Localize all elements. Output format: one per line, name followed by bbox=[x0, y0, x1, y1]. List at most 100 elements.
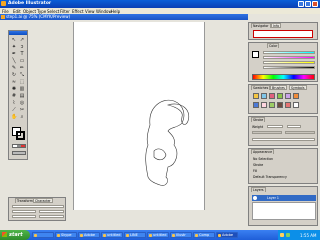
tab-symbols[interactable]: Symbols bbox=[289, 85, 307, 90]
swatch-item[interactable] bbox=[293, 102, 299, 108]
scissors-tool-icon[interactable]: ✂ bbox=[19, 107, 25, 113]
swatch-item[interactable] bbox=[293, 93, 299, 99]
direct-selection-tool-icon[interactable]: ↗ bbox=[19, 37, 25, 43]
swatch-item[interactable] bbox=[253, 102, 259, 108]
tracking-field[interactable] bbox=[12, 215, 36, 218]
magic-wand-tool-icon[interactable]: ✦ bbox=[11, 44, 17, 50]
selection-tool-icon[interactable]: ↖ bbox=[11, 37, 17, 43]
tray-icon[interactable] bbox=[280, 233, 284, 237]
tab-appearance[interactable]: Appearance bbox=[251, 149, 275, 154]
appearance-item[interactable]: No Selection bbox=[253, 157, 273, 161]
scale-tool-icon[interactable]: ⤡ bbox=[19, 72, 25, 78]
swatch-item[interactable] bbox=[261, 102, 267, 108]
taskbar: start Skype Adobe untitled LINE untitled… bbox=[0, 230, 320, 240]
pencil-tool-icon[interactable]: ✏ bbox=[19, 65, 25, 71]
color-mode-buttons[interactable] bbox=[12, 144, 26, 148]
appearance-item[interactable]: Fill bbox=[253, 169, 257, 173]
minimize-icon[interactable] bbox=[298, 1, 304, 7]
appearance-item[interactable]: Stroke bbox=[253, 163, 263, 167]
paintbrush-tool-icon[interactable]: ✎ bbox=[11, 65, 17, 71]
line-tool-icon[interactable]: ╲ bbox=[11, 58, 17, 64]
swatch-item[interactable] bbox=[261, 93, 267, 99]
artwork-figure[interactable] bbox=[140, 95, 200, 195]
layers-panel: Layers Layer 1 bbox=[248, 186, 318, 226]
kerning-field[interactable] bbox=[39, 215, 64, 218]
taskbar-button[interactable] bbox=[32, 232, 54, 238]
eye-icon[interactable] bbox=[253, 196, 257, 200]
blend-tool-icon[interactable]: ◎ bbox=[19, 100, 25, 106]
tray-icon[interactable] bbox=[286, 233, 290, 237]
free-transform-tool-icon[interactable]: ⬚ bbox=[19, 79, 25, 85]
dashed-line-fields[interactable] bbox=[252, 138, 315, 141]
color-slider-3[interactable] bbox=[263, 61, 315, 64]
leading-field[interactable] bbox=[39, 210, 64, 213]
taskbar-button[interactable]: untitled bbox=[101, 232, 123, 238]
pen-tool-icon[interactable]: ✒ bbox=[11, 51, 17, 57]
layer-row[interactable] bbox=[252, 195, 316, 201]
maximize-icon[interactable] bbox=[305, 1, 311, 7]
toolbox-header bbox=[9, 31, 27, 35]
lasso-tool-icon[interactable]: ↄ bbox=[19, 44, 25, 50]
hand-tool-icon[interactable]: ✋ bbox=[11, 114, 17, 120]
screen-mode-buttons[interactable] bbox=[12, 151, 26, 155]
taskbar-button[interactable]: Adobe bbox=[216, 232, 238, 238]
taskbar-button[interactable]: Comp bbox=[193, 232, 215, 238]
color-slider-2[interactable] bbox=[263, 56, 315, 59]
graph-tool-icon[interactable]: ▥ bbox=[19, 86, 25, 92]
tab-brushes[interactable]: Brushes bbox=[270, 85, 287, 90]
appearance-item[interactable]: Default Transparency bbox=[253, 175, 287, 179]
navigator-panel: Navigator Info bbox=[248, 22, 318, 40]
document-title: step1.ai @ 75% (CMYK/Preview) bbox=[6, 14, 71, 19]
layers-panel-list bbox=[252, 202, 316, 220]
color-spectrum-bar[interactable] bbox=[252, 74, 315, 80]
taskbar-button[interactable]: Skype bbox=[55, 232, 77, 238]
color-slider-1[interactable] bbox=[263, 51, 315, 54]
type-tool-icon[interactable]: T bbox=[19, 51, 25, 57]
stroke-swatch[interactable] bbox=[16, 131, 25, 140]
swatch-item[interactable] bbox=[253, 93, 259, 99]
tab-character[interactable]: Character bbox=[33, 198, 53, 203]
start-button[interactable]: start bbox=[0, 230, 30, 240]
swatch-item[interactable] bbox=[277, 102, 283, 108]
tab-stroke[interactable]: Stroke bbox=[251, 117, 266, 122]
clock[interactable]: 1:55 AM bbox=[300, 233, 316, 238]
windows-logo-icon bbox=[2, 232, 7, 237]
symbol-sprayer-tool-icon[interactable]: ✺ bbox=[11, 86, 17, 92]
gradient-tool-icon[interactable]: ▤ bbox=[19, 93, 25, 99]
swatch-item[interactable] bbox=[269, 102, 275, 108]
mesh-tool-icon[interactable]: # bbox=[11, 93, 17, 99]
color-fill-icon[interactable] bbox=[252, 51, 259, 58]
swatch-item[interactable] bbox=[285, 93, 291, 99]
close-icon[interactable] bbox=[312, 1, 318, 7]
swatch-item[interactable] bbox=[285, 102, 291, 108]
eyedropper-tool-icon[interactable]: ⌇ bbox=[11, 100, 17, 106]
stroke-join-options[interactable] bbox=[285, 131, 315, 134]
tab-layers[interactable]: Layers bbox=[251, 187, 266, 192]
slice-tool-icon[interactable]: ⟋ bbox=[11, 107, 17, 113]
taskbar-button[interactable]: LINE bbox=[124, 232, 146, 238]
layer-name[interactable]: Layer 1 bbox=[267, 196, 279, 200]
color-slider-4[interactable] bbox=[263, 66, 315, 69]
taskbar-button[interactable]: Illustr bbox=[170, 232, 192, 238]
swatch-item[interactable] bbox=[269, 93, 275, 99]
tab-transform[interactable]: Transform bbox=[15, 198, 35, 203]
taskbar-button[interactable]: Adobe bbox=[78, 232, 100, 238]
size-field[interactable] bbox=[12, 210, 36, 213]
stroke-cap-options[interactable] bbox=[252, 131, 282, 134]
rotate-tool-icon[interactable]: ↻ bbox=[11, 72, 17, 78]
font-field[interactable] bbox=[12, 205, 64, 208]
tab-info[interactable]: Info bbox=[271, 23, 282, 28]
taskbar-button[interactable]: untitled bbox=[147, 232, 169, 238]
tab-swatches[interactable]: Swatches bbox=[251, 85, 271, 90]
appearance-panel: Appearance No Selection Stroke Fill Defa… bbox=[248, 148, 318, 184]
rectangle-tool-icon[interactable]: ▭ bbox=[19, 58, 25, 64]
character-panel: Transform Character bbox=[8, 197, 66, 221]
toolbox: ↖ ↗ ✦ ↄ ✒ T ╲ ▭ ✎ ✏ ↻ ⤡ ≈ ⬚ ✺ ▥ # ▤ ⌇ ◎ … bbox=[8, 30, 28, 160]
tab-color[interactable]: Color bbox=[267, 43, 280, 48]
swatch-item[interactable] bbox=[277, 93, 283, 99]
tab-navigator[interactable]: Navigator bbox=[251, 23, 271, 28]
warp-tool-icon[interactable]: ≈ bbox=[11, 79, 17, 85]
stroke-miter-field[interactable] bbox=[287, 125, 301, 128]
stroke-weight-field[interactable] bbox=[267, 125, 283, 128]
zoom-tool-icon[interactable]: ⌕ bbox=[19, 114, 25, 120]
